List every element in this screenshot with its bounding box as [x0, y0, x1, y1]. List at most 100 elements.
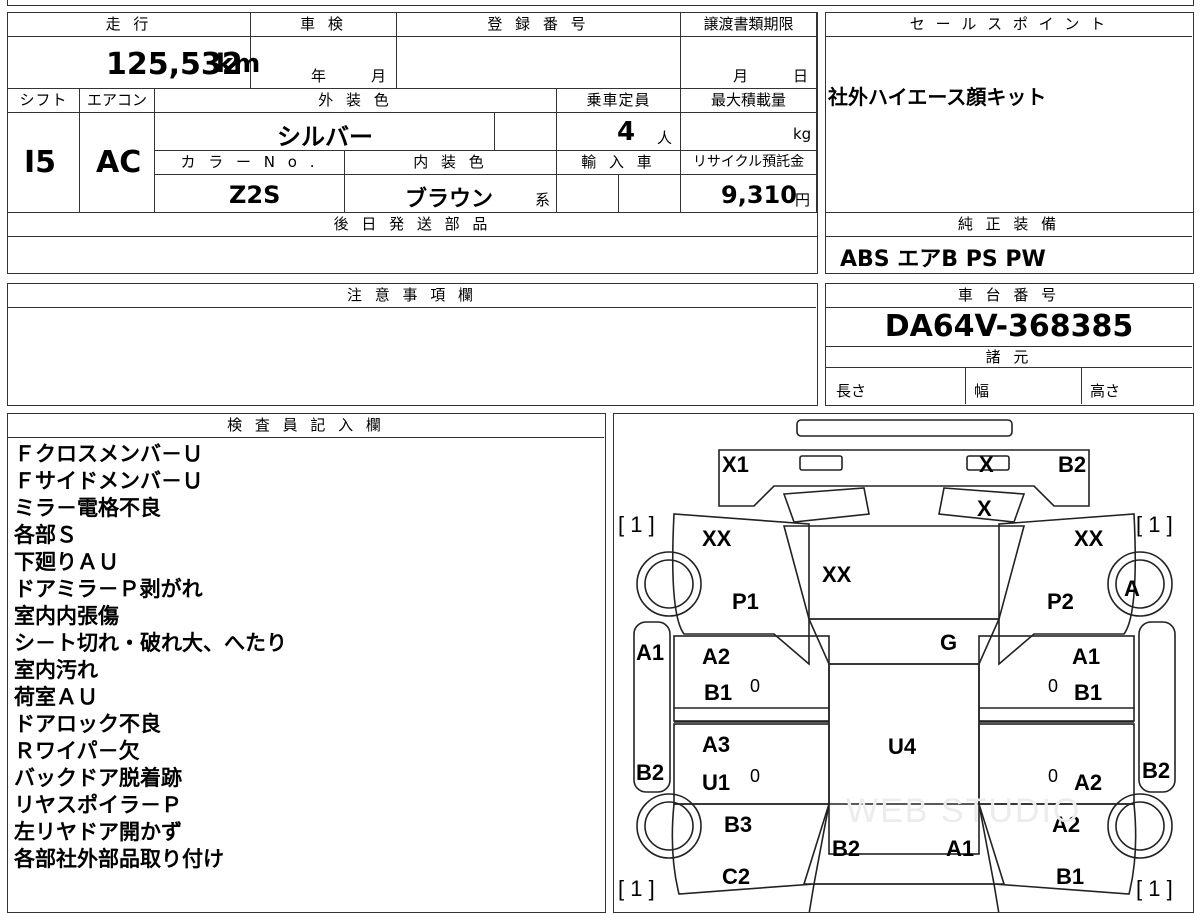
mark-fender-right: P2 [1047, 589, 1074, 614]
mark-wheel-fr: A [1124, 576, 1140, 601]
mileage-cell: 125,532 km [8, 37, 260, 89]
mileage-label: 走 行 [8, 13, 251, 37]
mark-qtr-left: B3 [724, 812, 753, 837]
mark-front-left: X1 [722, 452, 749, 477]
inspector-line: 各部Ｓ [14, 523, 77, 547]
registration-label: 登 録 番 号 [397, 13, 681, 37]
shift-label: シフト [8, 89, 80, 113]
interior-color-suffix: 系 [535, 191, 551, 209]
chassis-number-label: 車 台 番 号 [826, 284, 1192, 308]
deadline-day: 日 [793, 67, 809, 85]
genuine-equipment-label: 純 正 装 備 [826, 213, 1192, 237]
mark-grille: X [977, 496, 992, 521]
mark-side-rr: B2 [1142, 758, 1171, 783]
chassis-number-value: DA64V-368385 [884, 309, 1134, 344]
spec-height-label: 高さ [1090, 382, 1121, 400]
inspector-line: Ｆクロスメンバ－Ｕ [14, 442, 203, 466]
spec-length-label: 長さ [836, 382, 867, 400]
import-cell-b [619, 175, 681, 213]
spec-width-label: 幅 [974, 382, 990, 400]
inspector-line: 荷室ＡＵ [14, 685, 98, 709]
inspector-line: リヤスポイラ－Ｐ [14, 793, 182, 817]
mark-door-fl-b: B1 [704, 680, 733, 705]
color-no-value: Z2S [229, 181, 281, 209]
mark-bracket-rl: [ 1 ] [618, 876, 655, 901]
inspection-year: 年 [311, 67, 327, 85]
recycle-fee-unit: 円 [795, 191, 811, 209]
interior-color-label: 内 装 色 [345, 151, 557, 175]
aircon-value: AC [96, 145, 142, 180]
watermark: WEB STUDIO [846, 792, 1082, 830]
recycle-fee-cell: 9,310 円 [681, 175, 817, 213]
inspection-month: 月 [371, 67, 387, 85]
shift-cell: I5 [8, 113, 80, 213]
interior-color-value: ブラウン [405, 187, 494, 212]
mark-door-rr-z: 0 [1048, 766, 1059, 786]
capacity-label: 乗車定員 [557, 89, 681, 113]
inspector-line: Ｒワイパ－欠 [14, 739, 140, 763]
mark-door-fl-a: A2 [702, 644, 731, 669]
mark-pillar-left: A1 [636, 640, 665, 665]
mark-bracket-right: [ 1 ] [1136, 512, 1173, 537]
import-cell-a [557, 175, 619, 213]
exterior-color-cell: シルバー [155, 113, 495, 151]
mark-hood-left: XX [702, 526, 732, 551]
color-no-label: カ ラ ー N o . [155, 151, 345, 175]
max-load-cell: kg [681, 113, 817, 151]
later-parts-value [8, 237, 817, 273]
capacity-unit: 人 [657, 129, 673, 147]
mark-bracket-left: [ 1 ] [618, 512, 655, 537]
specs-label: 諸 元 [826, 346, 1192, 368]
mark-fender-left: P1 [732, 589, 759, 614]
notes-label: 注 意 事 項 欄 [8, 284, 816, 308]
inspector-line: ドアミラ－Ｐ剥がれ [14, 577, 203, 601]
shift-value: I5 [24, 145, 57, 180]
mark-side-rl: B2 [636, 760, 665, 785]
inspection-label: 車 検 [251, 13, 397, 37]
later-parts-label: 後 日 発 送 部 品 [8, 213, 817, 237]
capacity-value: 4 [617, 117, 636, 147]
mark-hood-right: XX [1074, 526, 1104, 551]
exterior-color-extra [495, 113, 557, 151]
interior-color-cell: ブラウン 系 [345, 175, 557, 213]
inspection-cell: 年 月 [251, 37, 397, 89]
inspector-panel: 検 査 員 記 入 欄 Ｆクロスメンバ－Ｕ Ｆサイドメンバ－Ｕ ミラ－電格不良 … [7, 413, 606, 913]
max-load-label: 最大積載量 [681, 89, 817, 113]
mark-door-fl-z: 0 [750, 676, 761, 696]
inspector-line: 各部社外部品取り付け [14, 847, 224, 871]
inspector-label: 検 査 員 記 入 欄 [8, 414, 604, 438]
registration-value [397, 37, 681, 89]
mark-bumper-left: C2 [722, 864, 751, 889]
mark-door-fr-a: A1 [1072, 644, 1101, 669]
inspector-line: 左リヤドア開かず [14, 820, 182, 844]
inspector-line: シ－ト切れ・破れ大、へたり [14, 631, 287, 655]
aircon-label: エアコン [80, 89, 155, 113]
inspector-line: 下廻りＡＵ [14, 550, 119, 574]
mark-hood: XX [822, 562, 852, 587]
mark-front-mid: X [979, 452, 994, 477]
damage-diagram-panel: X1 X B2 X [ 1 ] [ 1 ] XX XX XX P1 P2 A A… [613, 413, 1194, 913]
mark-door-fr-z: 0 [1048, 676, 1059, 696]
mark-door-rl-z: 0 [750, 766, 761, 786]
inspector-line: 室内汚れ [14, 658, 98, 682]
mark-bumper-right: B1 [1056, 864, 1085, 889]
mark-door-rl-b: U1 [702, 770, 731, 795]
recycle-fee-label: リサイクル預託金 [681, 151, 817, 175]
mark-roof: G [940, 630, 958, 655]
spec-height-cell: 高さ [1082, 368, 1192, 404]
transfer-deadline-label: 譲渡書類期限 [681, 13, 817, 37]
aircon-cell: AC [80, 113, 155, 213]
inspector-line: ドアロック不良 [14, 712, 161, 736]
top-cutoff-strip [7, 0, 1194, 6]
inspector-lines: Ｆクロスメンバ－Ｕ Ｆサイドメンバ－Ｕ ミラ－電格不良 各部Ｓ 下廻りＡＵ ドア… [14, 441, 287, 873]
deadline-month: 月 [733, 67, 749, 85]
chassis-panel: 車 台 番 号 DA64V-368385 諸 元 長さ 幅 高さ [825, 283, 1194, 406]
mark-bracket-rr: [ 1 ] [1136, 876, 1173, 901]
sales-point-label: セ ー ル ス ポ イ ン ト [826, 13, 1192, 37]
genuine-equipment-panel: 純 正 装 備 ABS エアB PS PW [825, 212, 1194, 274]
spec-length-cell: 長さ [826, 368, 966, 404]
notes-panel: 注 意 事 項 欄 [7, 283, 818, 406]
import-label: 輸 入 車 [557, 151, 681, 175]
inspector-line: 室内内張傷 [14, 604, 119, 628]
mark-rear-right: A1 [946, 836, 975, 861]
